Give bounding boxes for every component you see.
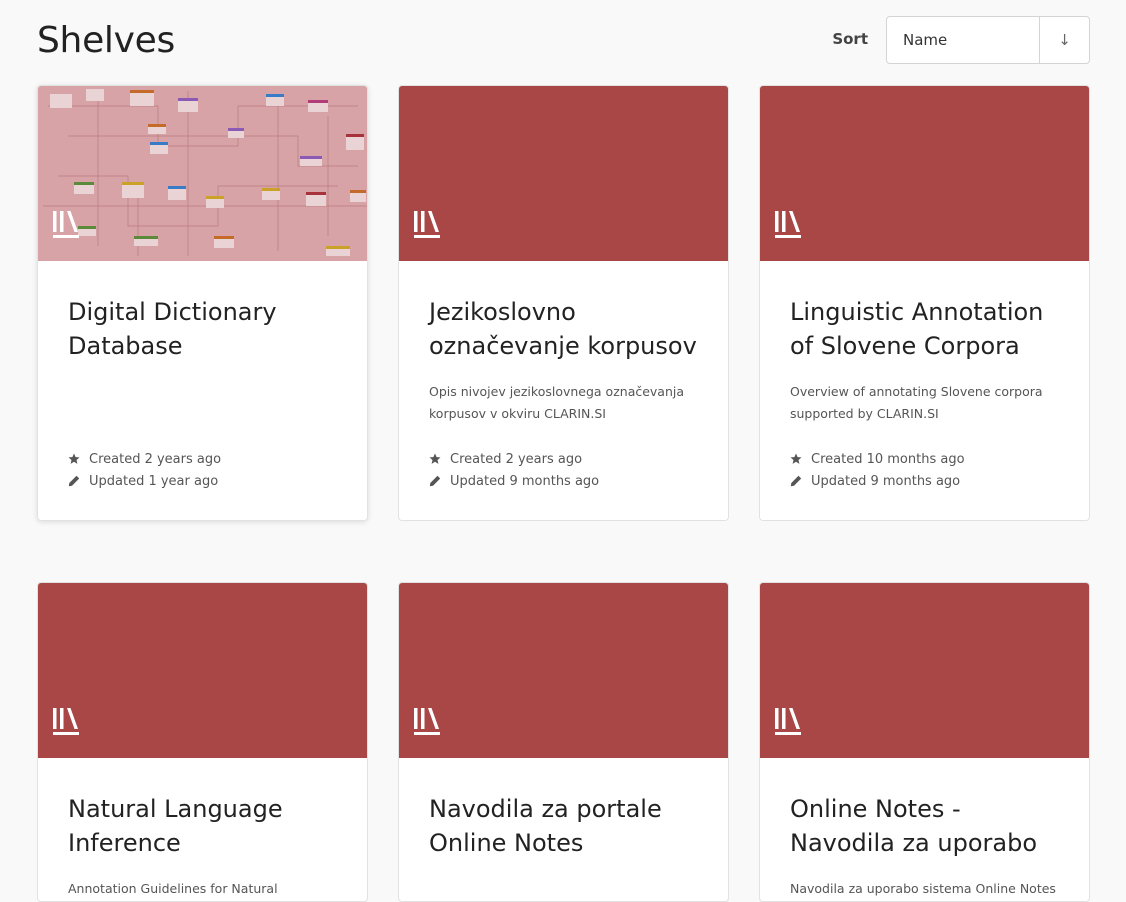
shelf-description bbox=[429, 878, 698, 901]
shelf-meta: Created 2 years ago Updated 9 months ago bbox=[429, 448, 599, 492]
shelf-description: Navodila za uporabo sistema Online Notes bbox=[790, 881, 1056, 896]
shelf-title: Online Notes - Navodila za uporabo bbox=[790, 795, 1038, 857]
pencil-icon bbox=[790, 475, 802, 487]
created-text: Created 2 years ago bbox=[450, 451, 583, 467]
sort-control: Name ↓ bbox=[886, 16, 1090, 64]
shelf-icon bbox=[414, 708, 440, 735]
updated-text: Updated 9 months ago bbox=[811, 473, 961, 489]
shelf-description: Annotation Guidelines for Natural bbox=[68, 881, 278, 896]
shelf-cover-image bbox=[38, 86, 367, 261]
shelf-card[interactable]: Navodila za portale Online Notes bbox=[398, 582, 729, 902]
star-icon bbox=[790, 453, 802, 464]
created-text: Created 2 years ago bbox=[89, 451, 222, 467]
database-diagram-image bbox=[43, 89, 367, 256]
shelf-cover bbox=[760, 583, 1089, 758]
shelf-icon bbox=[414, 211, 440, 238]
shelf-description: Opis nivojev jezikoslovnega označevanja … bbox=[429, 384, 685, 421]
shelf-title: Navodila za portale Online Notes bbox=[429, 795, 662, 857]
shelf-title: Jezikoslovno označevanje korpusov bbox=[429, 298, 697, 360]
shelf-cover bbox=[399, 86, 728, 261]
arrow-down-icon: ↓ bbox=[1058, 31, 1071, 49]
shelf-description bbox=[68, 381, 337, 431]
star-icon bbox=[68, 453, 80, 464]
shelf-card[interactable]: Natural Language Inference Annotation Gu… bbox=[37, 582, 368, 902]
shelf-icon bbox=[775, 211, 801, 238]
shelf-title: Linguistic Annotation of Slovene Corpora bbox=[790, 298, 1044, 360]
shelf-title: Natural Language Inference bbox=[68, 795, 283, 857]
pencil-icon bbox=[68, 475, 80, 487]
updated-text: Updated 9 months ago bbox=[450, 473, 600, 489]
shelf-card[interactable]: Jezikoslovno označevanje korpusov Opis n… bbox=[398, 85, 729, 521]
shelf-icon bbox=[775, 708, 801, 735]
created-text: Created 10 months ago bbox=[811, 451, 965, 467]
shelf-card[interactable]: Linguistic Annotation of Slovene Corpora… bbox=[759, 85, 1090, 521]
shelf-cover bbox=[38, 583, 367, 758]
shelf-icon bbox=[53, 211, 79, 238]
page-title: Shelves bbox=[37, 20, 175, 61]
sort-label: Sort bbox=[832, 30, 868, 48]
shelf-card[interactable]: Online Notes - Navodila za uporabo Navod… bbox=[759, 582, 1090, 902]
updated-text: Updated 1 year ago bbox=[89, 473, 219, 489]
shelf-meta: Created 2 years ago Updated 1 year ago bbox=[68, 448, 221, 492]
shelf-meta: Created 10 months ago Updated 9 months a… bbox=[790, 448, 965, 492]
shelf-card[interactable]: Digital Dictionary Database Created 2 ye… bbox=[37, 85, 368, 521]
sort-select[interactable]: Name bbox=[887, 17, 1040, 63]
shelf-icon bbox=[53, 708, 79, 735]
shelf-description: Overview of annotating Slovene corpora s… bbox=[790, 384, 1043, 421]
pencil-icon bbox=[429, 475, 441, 487]
shelf-cover bbox=[399, 583, 728, 758]
page-header: Shelves Sort Name ↓ bbox=[37, 16, 1090, 64]
shelf-cover bbox=[760, 86, 1089, 261]
star-icon bbox=[429, 453, 441, 464]
sort-direction-button[interactable]: ↓ bbox=[1040, 17, 1089, 63]
shelf-title: Digital Dictionary Database bbox=[68, 298, 277, 360]
